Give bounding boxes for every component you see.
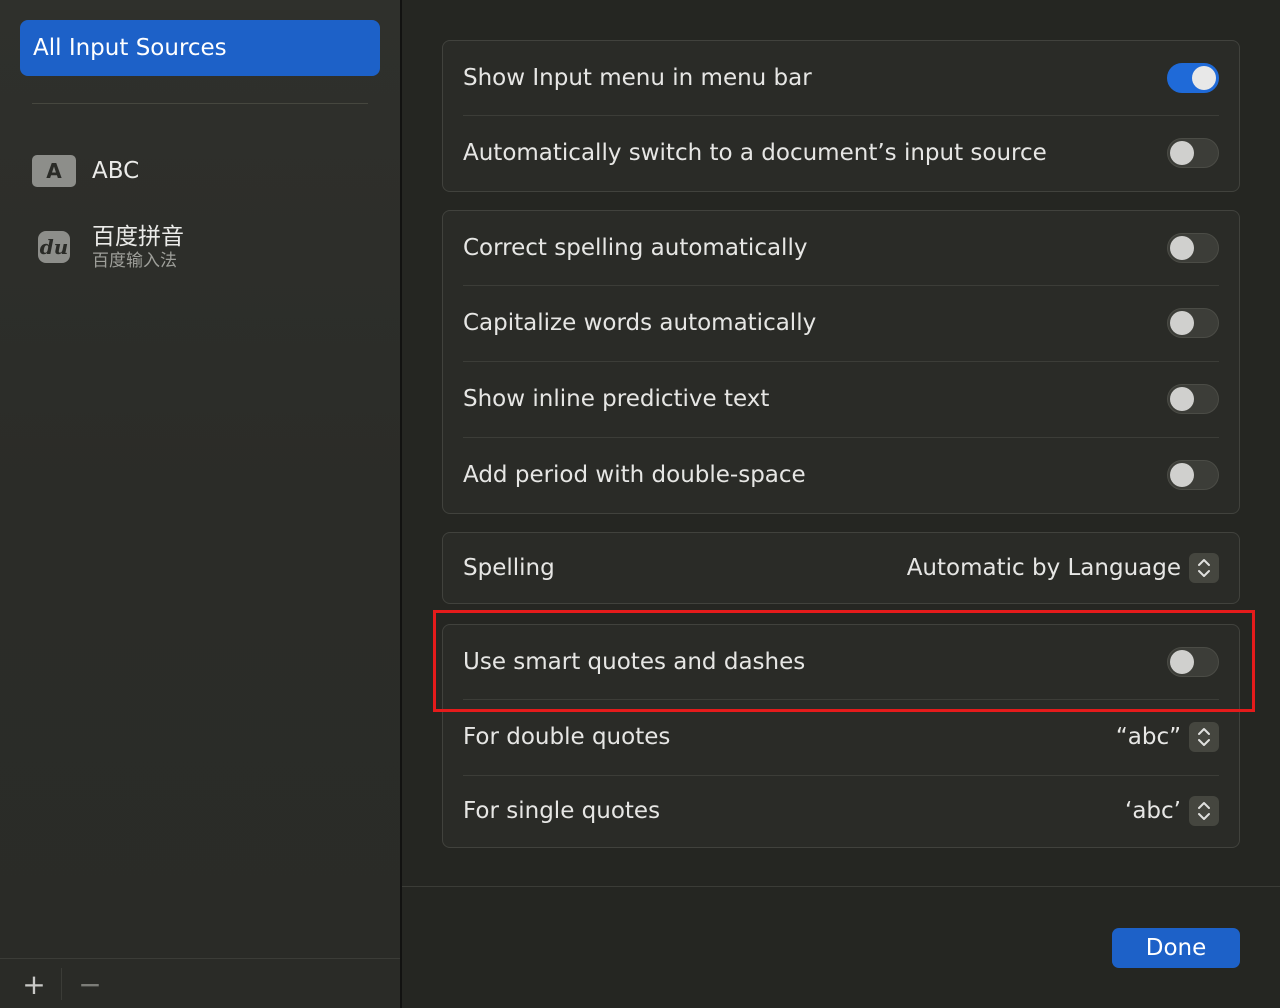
double-space-period-toggle[interactable]	[1167, 460, 1219, 490]
setting-label: For double quotes	[463, 724, 671, 750]
setting-label: Spelling	[463, 555, 555, 581]
single-quotes-popup[interactable]: ‘abc’	[1125, 796, 1219, 826]
capitalize-words-toggle[interactable]	[1167, 308, 1219, 338]
setting-row-predictive-text: Show inline predictive text	[443, 361, 1239, 437]
predictive-text-toggle[interactable]	[1167, 384, 1219, 414]
input-source-name: ABC	[92, 158, 140, 184]
setting-row-smart-quotes: Use smart quotes and dashes	[443, 625, 1239, 699]
baidu-du-icon: du	[38, 231, 70, 263]
setting-row-double-quotes: For double quotes “abc”	[443, 699, 1239, 775]
double-quotes-popup[interactable]: “abc”	[1116, 722, 1219, 752]
toggle-knob	[1170, 463, 1194, 487]
remove-input-source-button[interactable]: −	[70, 966, 110, 1002]
sidebar-item-abc[interactable]: A ABC	[32, 150, 139, 192]
correct-spelling-toggle[interactable]	[1167, 233, 1219, 263]
setting-row-show-input-menu: Show Input menu in menu bar	[443, 41, 1239, 115]
toggle-knob	[1170, 236, 1194, 260]
add-input-source-button[interactable]: +	[14, 966, 54, 1002]
sidebar: All Input Sources A ABC du 百度拼音 百度输入法 + …	[0, 0, 402, 1008]
up-down-chevron-icon	[1189, 553, 1219, 583]
up-down-chevron-icon	[1189, 796, 1219, 826]
toggle-knob	[1170, 141, 1194, 165]
sidebar-divider	[32, 103, 368, 104]
popup-value: Automatic by Language	[906, 555, 1181, 581]
typing-options-group: Correct spelling automatically Capitaliz…	[442, 210, 1240, 514]
popup-value: ‘abc’	[1125, 798, 1181, 824]
auto-switch-toggle[interactable]	[1167, 138, 1219, 168]
setting-label: Automatically switch to a document’s inp…	[463, 140, 1047, 166]
input-source-name: 百度拼音	[92, 223, 184, 250]
button-separator	[61, 968, 62, 1000]
spelling-group: Spelling Automatic by Language	[442, 532, 1240, 604]
setting-label: Show Input menu in menu bar	[463, 65, 812, 91]
setting-label: Correct spelling automatically	[463, 235, 808, 261]
menu-options-group: Show Input menu in menu bar Automaticall…	[442, 40, 1240, 192]
toggle-knob	[1170, 387, 1194, 411]
settings-panel: Show Input menu in menu bar Automaticall…	[402, 0, 1280, 1008]
input-source-subtitle: 百度输入法	[92, 250, 177, 271]
setting-label: Capitalize words automatically	[463, 310, 817, 336]
sidebar-item-all-input-sources[interactable]: All Input Sources	[20, 20, 380, 76]
popup-value: “abc”	[1115, 724, 1181, 750]
setting-row-correct-spelling: Correct spelling automatically	[443, 211, 1239, 285]
toggle-knob	[1192, 66, 1216, 90]
setting-row-capitalize-words: Capitalize words automatically	[443, 285, 1239, 361]
setting-label: Show inline predictive text	[463, 386, 770, 412]
setting-label: For single quotes	[463, 798, 661, 824]
toggle-knob	[1170, 650, 1194, 674]
smart-quotes-group: Use smart quotes and dashes For double q…	[442, 624, 1240, 848]
setting-label: Add period with double-space	[463, 462, 806, 488]
setting-row-double-space-period: Add period with double-space	[443, 437, 1239, 513]
show-input-menu-toggle[interactable]	[1167, 63, 1219, 93]
footer-divider	[402, 886, 1280, 887]
setting-row-single-quotes: For single quotes ‘abc’	[443, 775, 1239, 847]
sidebar-item-label: All Input Sources	[33, 35, 227, 61]
up-down-chevron-icon	[1189, 722, 1219, 752]
setting-label: Use smart quotes and dashes	[463, 649, 806, 675]
spelling-language-popup[interactable]: Automatic by Language	[907, 553, 1219, 583]
toggle-knob	[1170, 311, 1194, 335]
sidebar-item-baidu-pinyin[interactable]: du 百度拼音 百度输入法	[32, 222, 184, 272]
done-button[interactable]: Done	[1112, 928, 1240, 968]
setting-row-auto-switch: Automatically switch to a document’s inp…	[443, 115, 1239, 191]
sidebar-bottom-divider	[0, 958, 400, 959]
letter-a-icon: A	[32, 155, 76, 187]
setting-row-spelling: Spelling Automatic by Language	[443, 533, 1239, 603]
smart-quotes-toggle[interactable]	[1167, 647, 1219, 677]
